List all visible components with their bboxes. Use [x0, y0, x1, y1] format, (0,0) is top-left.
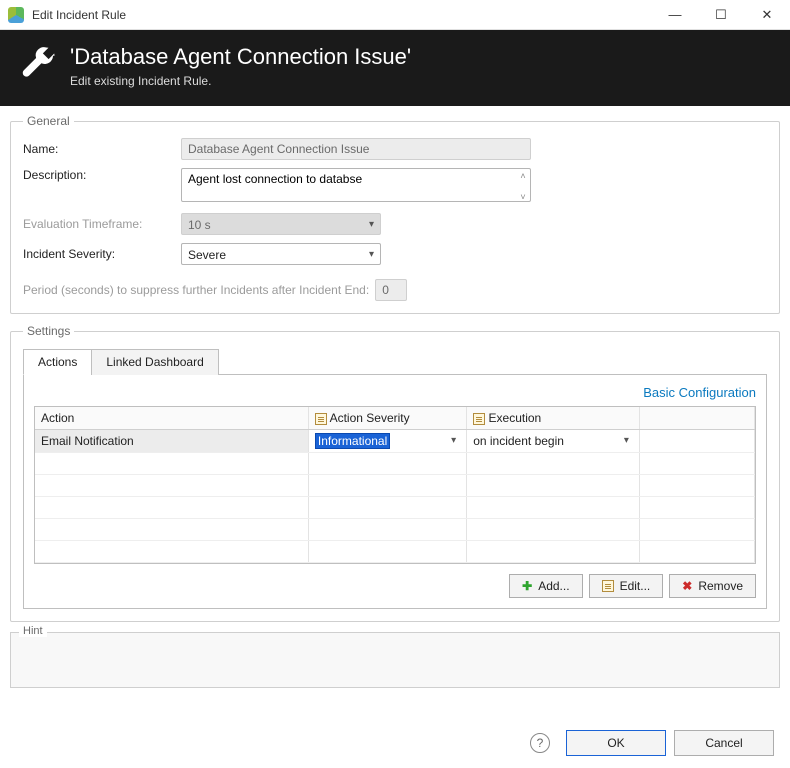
settings-group: Settings Actions Linked Dashboard Basic …	[10, 324, 780, 622]
doc-icon	[473, 413, 485, 425]
suppress-period-label: Period (seconds) to suppress further Inc…	[23, 283, 369, 297]
suppress-period-input	[375, 279, 407, 301]
cell-action[interactable]: Email Notification	[35, 429, 308, 452]
hint-box: Hint	[10, 632, 780, 688]
hint-label: Hint	[19, 625, 47, 637]
evaluation-timeframe-select: 10 s	[181, 213, 381, 235]
severity-value: Informational	[315, 433, 390, 449]
chevron-down-icon[interactable]: ▾	[447, 435, 460, 446]
x-icon: ✖	[682, 579, 692, 593]
window-title: Edit Incident Rule	[32, 8, 126, 22]
header-title: 'Database Agent Connection Issue'	[70, 44, 411, 70]
description-input[interactable]: Agent lost connection to databse	[181, 168, 531, 202]
scroll-up-icon[interactable]: ˄	[517, 170, 529, 182]
add-button[interactable]: ✚Add...	[509, 574, 582, 598]
maximize-button[interactable]: ☐	[698, 0, 744, 30]
doc-icon	[315, 413, 327, 425]
settings-legend: Settings	[23, 324, 74, 338]
table-row	[35, 474, 755, 496]
col-execution[interactable]: Execution	[467, 407, 640, 429]
minimize-button[interactable]: —	[652, 0, 698, 30]
table-row	[35, 452, 755, 474]
wrench-icon	[20, 46, 56, 82]
help-button[interactable]: ?	[530, 733, 550, 753]
scroll-down-icon[interactable]: ˅	[517, 191, 529, 203]
chevron-down-icon[interactable]: ▾	[620, 435, 633, 446]
app-icon	[8, 7, 24, 23]
tab-actions[interactable]: Actions	[23, 349, 92, 375]
dialog-footer: ? OK Cancel	[16, 730, 774, 756]
table-row	[35, 496, 755, 518]
settings-tabs: Actions Linked Dashboard	[23, 348, 767, 375]
header-subtitle: Edit existing Incident Rule.	[70, 74, 411, 88]
incident-severity-select[interactable]: Severe	[181, 243, 381, 265]
col-spacer	[639, 407, 754, 429]
evaluation-timeframe-label: Evaluation Timeframe:	[23, 217, 181, 231]
table-row	[35, 518, 755, 540]
edit-button[interactable]: Edit...	[589, 574, 664, 598]
cell-severity[interactable]: Informational ▾	[308, 429, 466, 452]
table-row	[35, 540, 755, 562]
ok-button[interactable]: OK	[566, 730, 666, 756]
name-input[interactable]	[181, 138, 531, 160]
doc-icon	[602, 580, 614, 592]
titlebar: Edit Incident Rule — ☐ ✕	[0, 0, 790, 30]
dialog-header: 'Database Agent Connection Issue' Edit e…	[0, 30, 790, 106]
cell-execution[interactable]: on incident begin ▾	[467, 429, 640, 452]
basic-configuration-link[interactable]: Basic Configuration	[34, 385, 756, 400]
close-button[interactable]: ✕	[744, 0, 790, 30]
incident-severity-label: Incident Severity:	[23, 247, 181, 261]
general-group: General Name: Description: Agent lost co…	[10, 114, 780, 314]
cancel-button[interactable]: Cancel	[674, 730, 774, 756]
name-label: Name:	[23, 142, 181, 156]
actions-panel: Basic Configuration Action Action Severi…	[23, 375, 767, 609]
general-legend: General	[23, 114, 74, 128]
table-row[interactable]: Email Notification Informational ▾ on in…	[35, 429, 755, 452]
col-action[interactable]: Action	[35, 407, 308, 429]
col-action-severity[interactable]: Action Severity	[308, 407, 466, 429]
plus-icon: ✚	[522, 579, 532, 593]
tab-linked-dashboard[interactable]: Linked Dashboard	[91, 349, 218, 375]
execution-value: on incident begin	[473, 434, 564, 448]
description-label: Description:	[23, 168, 181, 182]
remove-button[interactable]: ✖Remove	[669, 574, 756, 598]
actions-table: Action Action Severity Execution Email N…	[34, 406, 756, 564]
